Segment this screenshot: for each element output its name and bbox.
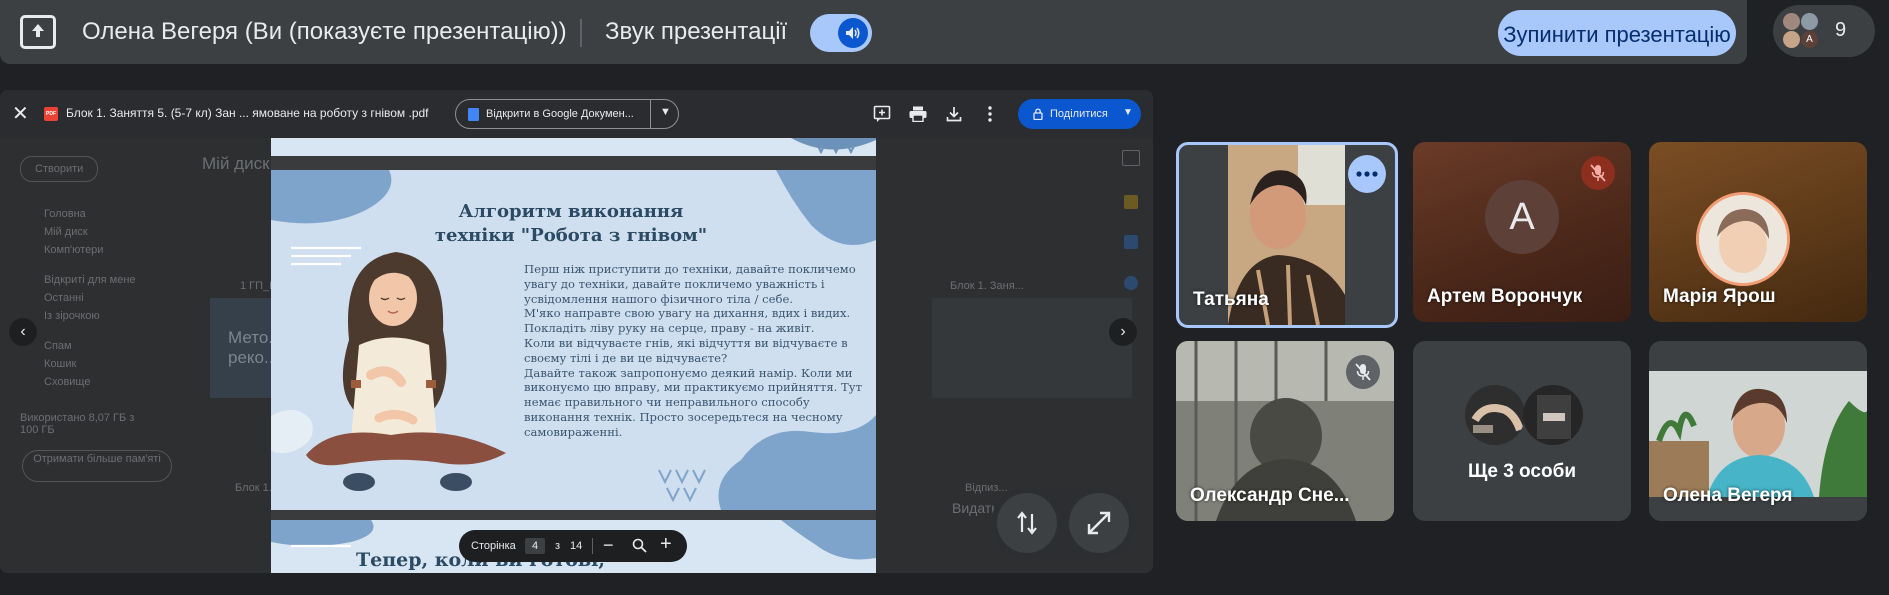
share-label: Поділитися	[1050, 108, 1108, 120]
mic-off-icon	[1581, 156, 1615, 190]
drive-nav-item: Мій диск	[44, 226, 88, 238]
zoom-icon[interactable]	[632, 538, 647, 556]
add-comment-icon[interactable]	[871, 103, 893, 125]
presentation-sound-label: Звук презентації	[605, 18, 788, 45]
meditating-woman-illustration	[306, 252, 506, 491]
google-docs-icon	[468, 108, 479, 121]
zoom-in-icon[interactable]: +	[660, 533, 672, 556]
close-icon[interactable]: ✕	[12, 104, 29, 124]
present-screen-icon	[20, 15, 56, 49]
participant-tile[interactable]: Марія Ярош	[1649, 142, 1867, 322]
participants-button[interactable]: A 9	[1773, 5, 1875, 57]
presentation-sound-toggle[interactable]	[810, 14, 872, 52]
open-in-label: Відкрити в Google Докумен...	[486, 108, 634, 120]
mic-off-icon	[1346, 355, 1380, 389]
participant-tile[interactable]: Олександр Сне...	[1176, 341, 1394, 521]
drive-nav-item: Головна	[44, 208, 86, 220]
divider	[580, 19, 582, 47]
participant-tile-self[interactable]: Олена Вегеря	[1649, 341, 1867, 521]
drive-side-icon	[1124, 276, 1138, 290]
drive-nav-item: Із зірочкою	[44, 310, 100, 322]
pdf-page: Алгоритм виконання техніки "Робота з гні…	[271, 170, 876, 510]
drive-side-icon	[1124, 195, 1138, 209]
chevron-down-icon[interactable]: ▼	[660, 106, 671, 118]
participant-video	[1649, 371, 1867, 497]
zoom-out-icon[interactable]: −	[603, 535, 614, 556]
chevron-down-icon[interactable]: ▼	[1123, 107, 1133, 118]
participant-tile-others[interactable]: Ще 3 особи	[1413, 341, 1631, 521]
current-page-input[interactable]: 4	[525, 538, 545, 554]
participant-name: Артем Ворончук	[1427, 286, 1583, 307]
avatar	[1696, 192, 1790, 286]
slide-paragraph: Давайте також запропонуємо деякий намір.…	[524, 365, 862, 439]
previous-page-button[interactable]: ‹	[9, 318, 37, 346]
participant-name: Татьяна	[1193, 289, 1269, 310]
participant-name: Марія Ярош	[1663, 286, 1776, 307]
slide-body: Перш ніж приступити до техніки, давайте …	[524, 262, 864, 440]
drive-create-button: Створити	[20, 156, 99, 182]
avatar	[1465, 385, 1525, 445]
drive-nav-item: Комп'ютери	[44, 244, 104, 256]
slide-title-line: Алгоритм виконання	[458, 201, 684, 222]
lock-icon	[1033, 108, 1043, 120]
slide-paragraph: Коли ви відчуваєте гнів, які відчуття ви…	[524, 335, 848, 365]
drive-thumbnail	[932, 298, 1132, 398]
drive-nav-item: Відкриті для мене	[44, 274, 136, 286]
floating-controls	[991, 487, 1135, 559]
print-icon[interactable]	[907, 103, 929, 125]
page-gap	[271, 510, 876, 520]
divider	[592, 538, 593, 554]
drive-side-icon	[1124, 235, 1138, 249]
shared-document-viewer: Створити Мій диск › 2025-2026 › Виховні …	[0, 90, 1153, 573]
drive-nav-item: Спам	[44, 340, 72, 352]
drive-thumbnail: Мето... реко...	[210, 298, 282, 398]
participant-tile[interactable]: Татьяна	[1176, 142, 1398, 328]
drive-side-icon	[1122, 150, 1140, 166]
presentation-bar: Олена Вегеря (Ви (показуєте презентацію)…	[0, 0, 1747, 64]
pdf-file-icon: PDF	[44, 107, 58, 121]
slide-paragraph: М'яко направте свою увагу на дихання, вд…	[524, 306, 851, 336]
page-of-label: з	[555, 540, 561, 552]
next-page-button[interactable]: ›	[1109, 318, 1137, 346]
download-icon[interactable]	[943, 103, 965, 125]
swap-vertical-icon[interactable]	[997, 493, 1057, 553]
more-vert-icon[interactable]	[979, 103, 1001, 125]
more-options-icon[interactable]	[1348, 155, 1386, 193]
drive-file: Блок 1. Заня...	[950, 280, 1024, 292]
participant-name: Олена Вегеря	[1663, 485, 1793, 506]
volume-icon	[838, 18, 868, 48]
share-button[interactable]: Поділитися ▼	[1018, 99, 1141, 129]
presenter-status: Олена Вегеря (Ви (показуєте презентацію)…	[82, 18, 567, 45]
drive-nav-item: Останні	[44, 292, 84, 304]
page-gap	[271, 156, 876, 170]
viewer-toolbar: ✕ PDF Блок 1. Заняття 5. (5-7 кл) Зан ..…	[0, 90, 1153, 138]
divider	[650, 100, 651, 128]
drive-file: Відпиз...	[965, 482, 1008, 494]
drive-nav-item: Кошик	[44, 358, 77, 370]
avatar: A	[1485, 180, 1559, 254]
avatar	[1523, 385, 1583, 445]
others-label: Ще 3 особи	[1468, 461, 1576, 482]
participant-tile[interactable]: A Артем Ворончук	[1413, 142, 1631, 322]
drive-nav-item: Сховище	[44, 376, 91, 388]
slide-paragraph: Перш ніж приступити до техніки, давайте …	[524, 262, 856, 306]
participant-name: Олександр Сне...	[1190, 485, 1350, 506]
page-navigation-control: Сторінка 4 з 14 − +	[459, 530, 687, 562]
total-pages: 14	[570, 540, 583, 552]
page-label: Сторінка	[471, 540, 516, 552]
drive-get-storage: Отримати більше пам'яті	[22, 450, 172, 482]
file-name: Блок 1. Заняття 5. (5-7 кл) Зан ... ямов…	[66, 106, 429, 120]
fullscreen-icon[interactable]	[1069, 493, 1129, 553]
participant-avatars: A	[1783, 13, 1821, 49]
pdf-previous-page	[271, 138, 876, 156]
stop-presenting-button[interactable]: Зупинити презентацію	[1498, 10, 1736, 56]
drive-storage: Використано 8,07 ГБ з 100 ГБ	[20, 412, 135, 436]
participant-count: 9	[1835, 19, 1847, 41]
open-in-google-docs-button[interactable]: Відкрити в Google Докумен... ▼	[455, 99, 679, 129]
slide-title: Алгоритм виконання техніки "Робота з гні…	[391, 200, 751, 248]
slide-title-line: техніки "Робота з гнівом"	[434, 225, 708, 246]
